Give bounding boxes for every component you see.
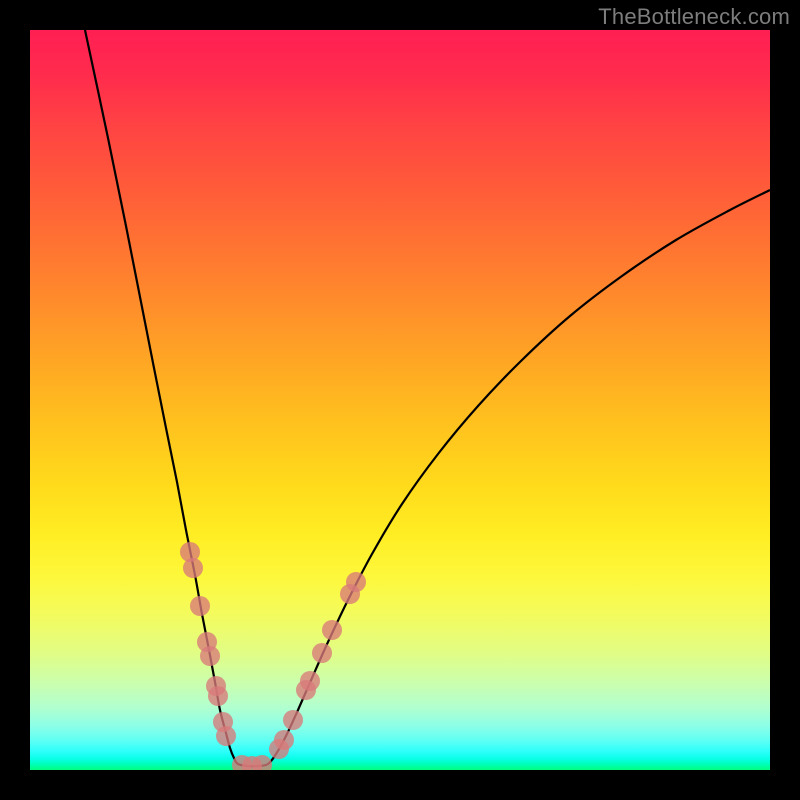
data-marker: [283, 710, 303, 730]
watermark-text: TheBottleneck.com: [598, 4, 790, 30]
data-marker: [200, 646, 220, 666]
data-markers-group: [180, 542, 366, 770]
outer-frame: TheBottleneck.com: [0, 0, 800, 800]
data-marker: [322, 620, 342, 640]
bottleneck-curve: [85, 30, 770, 766]
data-marker: [346, 572, 366, 592]
plot-area: [30, 30, 770, 770]
data-marker: [300, 671, 320, 691]
data-marker: [208, 686, 228, 706]
chart-svg: [30, 30, 770, 770]
data-marker: [274, 730, 294, 750]
data-marker: [190, 596, 210, 616]
data-marker: [183, 558, 203, 578]
data-marker: [312, 643, 332, 663]
data-marker: [216, 726, 236, 746]
